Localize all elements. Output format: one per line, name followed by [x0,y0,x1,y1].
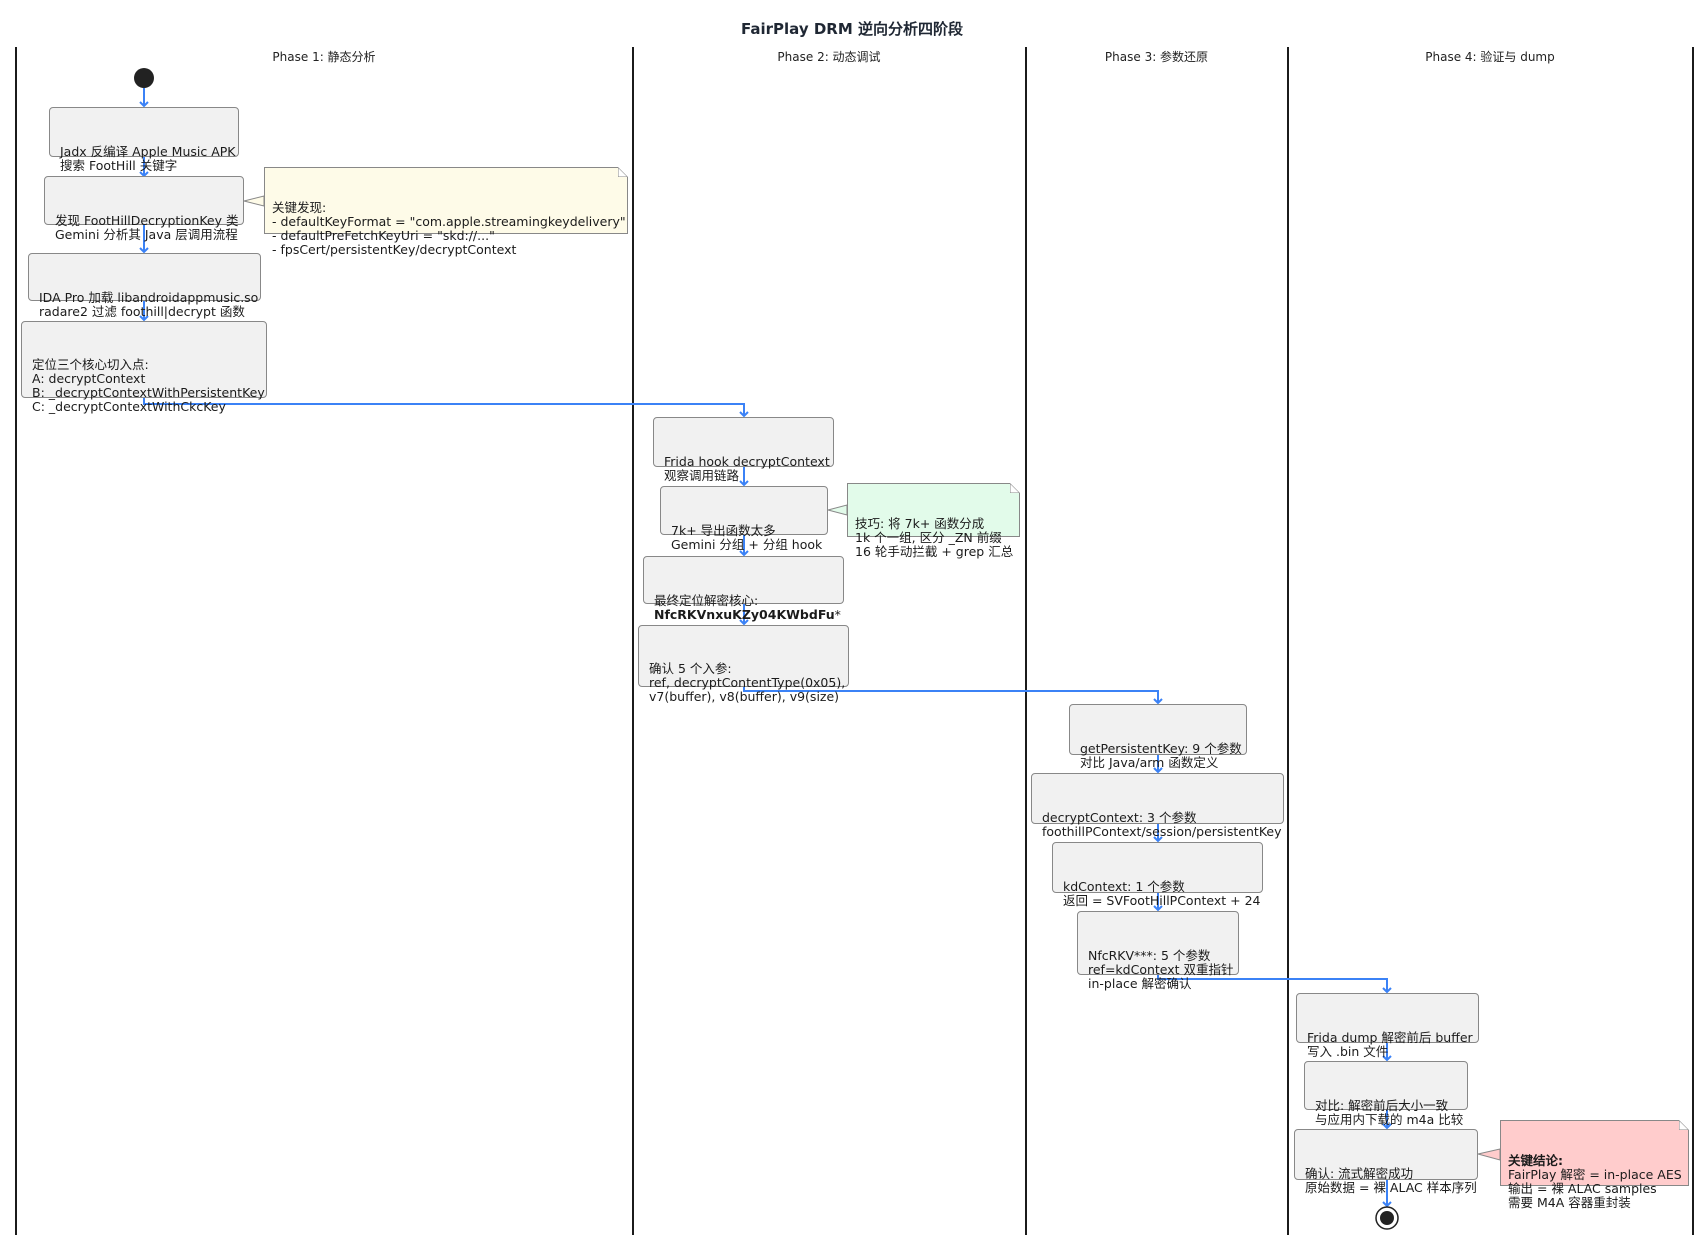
activity-locate-entry-points: 定位三个核心切入点: A: decryptContext B: _decryptCo… [21,321,267,414]
activity-group-hook: 7k+ 导出函数太多 Gemini 分组 + 分组 hook [660,486,828,552]
note-fold-icon [1679,1120,1689,1130]
note-key-findings: 关键发现: - defaultKeyFormat = "com.apple.str… [264,167,628,257]
start-node [134,68,154,88]
activity-confirm-stream-decrypt: 确认: 流式解密成功 原始数据 = 裸 ALAC 样本序列 [1294,1129,1478,1195]
activity-kdcontext: kdContext: 1 个参数 返回 = SVFootHillPContext … [1052,842,1263,908]
note-grouping-tip: 技巧: 将 7k+ 函数分成 1k 个一组, 区分 _ZN 前缀 16 轮手动拦截 … [847,483,1020,559]
activity-compare-size: 对比: 解密前后大小一致 与应用内下载的 m4a 比较 [1304,1061,1468,1127]
note-key-conclusion: 关键结论: FairPlay 解密 = in-place AES 输出 = 裸 AL… [1500,1120,1689,1210]
activity-ida-load: IDA Pro 加载 libandroidappmusic.so radare2 … [28,253,261,319]
activity-find-foothill-class: 发现 FootHillDecryptionKey 类 Gemini 分析其 Jav… [44,176,244,242]
activity-frida-hook: Frida hook decryptContext 观察调用链路 [653,417,834,483]
activity-decrypt-context-params: decryptContext: 3 个参数 foothillPContext/se… [1031,773,1284,839]
activity-confirm-params: 确认 5 个入参: ref, decryptContentType(0x05), v… [638,625,849,704]
activity-frida-dump: Frida dump 解密前后 buffer 写入 .bin 文件 [1296,993,1479,1059]
note-fold-icon [1010,483,1020,493]
activity-locate-decrypt-core: 最终定位解密核心: NfcRKVnxuKZy04KWbdFu* [643,556,844,622]
activity-nfcrkv-params: NfcRKV***: 5 个参数 ref=kdContext 双重指针 in-pla… [1077,911,1239,991]
note-fold-icon [618,167,628,177]
activity-get-persistent-key: getPersistentKey: 9 个参数 对比 Java/arm 函数定义 [1069,704,1247,770]
activity-jadx-decompile: Jadx 反编译 Apple Music APK 搜索 FootHill 关键字 [49,107,239,173]
decrypt-function-name: NfcRKVnxuKZy04KWbdFu [654,607,835,622]
